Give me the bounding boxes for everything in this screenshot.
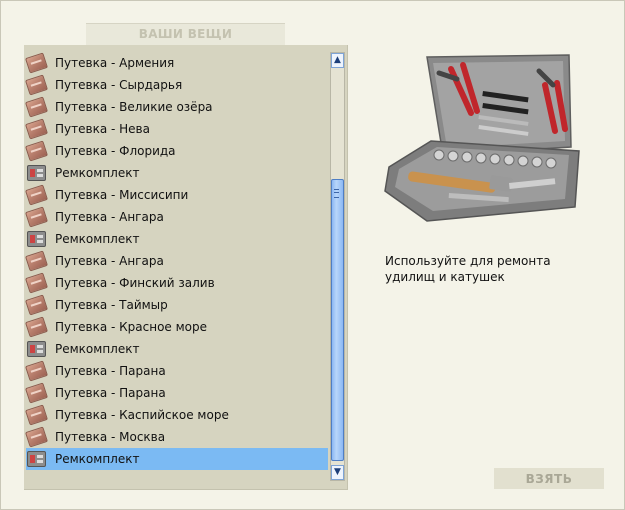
list-item[interactable]: Путевка - Великие озёра bbox=[24, 96, 328, 118]
list-item-label: Путевка - Москва bbox=[55, 430, 166, 444]
list-item-label: Путевка - Таймыр bbox=[55, 298, 168, 312]
ticket-icon bbox=[24, 74, 49, 96]
list-item-label: Путевка - Ангара bbox=[55, 254, 164, 268]
list-item[interactable]: Путевка - Ангара bbox=[24, 206, 328, 228]
list-item-label: Ремкомплект bbox=[55, 342, 140, 356]
scroll-up-button[interactable]: ▲ bbox=[331, 53, 344, 68]
ticket-icon bbox=[24, 316, 49, 338]
list-item[interactable]: Ремкомплект bbox=[26, 338, 328, 360]
list-item-label: Путевка - Нева bbox=[55, 122, 150, 136]
list-item[interactable]: Путевка - Красное море bbox=[24, 316, 328, 338]
list-item[interactable]: Путевка - Миссисипи bbox=[24, 184, 328, 206]
repair-kit-icon bbox=[27, 231, 46, 247]
scroll-grip-icon bbox=[334, 189, 339, 198]
list-item-label: Путевка - Красное море bbox=[55, 320, 207, 334]
repair-kit-icon bbox=[27, 341, 46, 357]
list-item[interactable]: Путевка - Ангара bbox=[24, 250, 328, 272]
list-item[interactable]: Путевка - Сырдарья bbox=[24, 74, 328, 96]
ticket-icon bbox=[24, 360, 49, 382]
ticket-icon bbox=[24, 140, 49, 162]
items-panel: Путевка - Армения Путевка - Сырдарья Путев… bbox=[24, 45, 348, 490]
list-item-label: Путевка - Сырдарья bbox=[55, 78, 183, 92]
item-preview-image bbox=[379, 51, 584, 229]
list-item-label: Путевка - Миссисипи bbox=[55, 188, 189, 202]
list-item-label: Путевка - Парана bbox=[55, 386, 166, 400]
panel-title: ВАШИ ВЕЩИ bbox=[86, 23, 285, 45]
ticket-icon bbox=[24, 184, 49, 206]
list-item-label: Путевка - Парана bbox=[55, 364, 166, 378]
ticket-icon bbox=[24, 250, 49, 272]
ticket-icon bbox=[24, 404, 49, 426]
list-item[interactable]: Путевка - Москва bbox=[24, 426, 328, 448]
inventory-window: ВАШИ ВЕЩИ Путевка - Армения Путевка - Сыр… bbox=[0, 0, 625, 510]
list-item-label: Путевка - Армения bbox=[55, 56, 175, 70]
list-item-label: Путевка - Финский залив bbox=[55, 276, 215, 290]
ticket-icon bbox=[24, 426, 49, 448]
list-item-label: Путевка - Великие озёра bbox=[55, 100, 213, 114]
ticket-icon bbox=[24, 96, 49, 118]
ticket-icon bbox=[24, 52, 49, 74]
list-item-label: Ремкомплект bbox=[55, 452, 140, 466]
ticket-icon bbox=[24, 206, 49, 228]
list-item[interactable]: Ремкомплект bbox=[26, 228, 328, 250]
list-item-label: Ремкомплект bbox=[55, 232, 140, 246]
ticket-icon bbox=[24, 272, 49, 294]
repair-kit-icon bbox=[27, 165, 46, 181]
list-item-label: Путевка - Каспийское море bbox=[55, 408, 229, 422]
list-item[interactable]: Путевка - Финский залив bbox=[24, 272, 328, 294]
list-item[interactable]: Путевка - Таймыр bbox=[24, 294, 328, 316]
take-button[interactable]: ВЗЯТЬ bbox=[494, 468, 604, 489]
ticket-icon bbox=[24, 382, 49, 404]
list-item[interactable]: Ремкомплект bbox=[26, 162, 328, 184]
list-item[interactable]: Путевка - Каспийское море bbox=[24, 404, 328, 426]
list-item[interactable]: Путевка - Флорида bbox=[24, 140, 328, 162]
list-item-label: Путевка - Ангара bbox=[55, 210, 164, 224]
list-item[interactable]: Путевка - Парана bbox=[24, 360, 328, 382]
list-item[interactable]: Путевка - Парана bbox=[24, 382, 328, 404]
list-item[interactable]: Путевка - Нева bbox=[24, 118, 328, 140]
list-item-label: Ремкомплект bbox=[55, 166, 140, 180]
ticket-icon bbox=[24, 118, 49, 140]
list-item[interactable]: Ремкомплект bbox=[26, 448, 328, 470]
list-scrollbar[interactable]: ▲ ▼ bbox=[330, 52, 345, 481]
list-item[interactable]: Путевка - Армения bbox=[24, 52, 328, 74]
toolbox-image bbox=[384, 54, 580, 222]
ticket-icon bbox=[24, 294, 49, 316]
scroll-down-button[interactable]: ▼ bbox=[331, 465, 344, 480]
scroll-thumb[interactable] bbox=[331, 179, 344, 461]
list-item-label: Путевка - Флорида bbox=[55, 144, 176, 158]
repair-kit-icon bbox=[27, 451, 46, 467]
items-list: Путевка - Армения Путевка - Сырдарья Путев… bbox=[24, 52, 328, 470]
item-description: Используйте для ремонта удилищ и катушек bbox=[385, 254, 551, 284]
